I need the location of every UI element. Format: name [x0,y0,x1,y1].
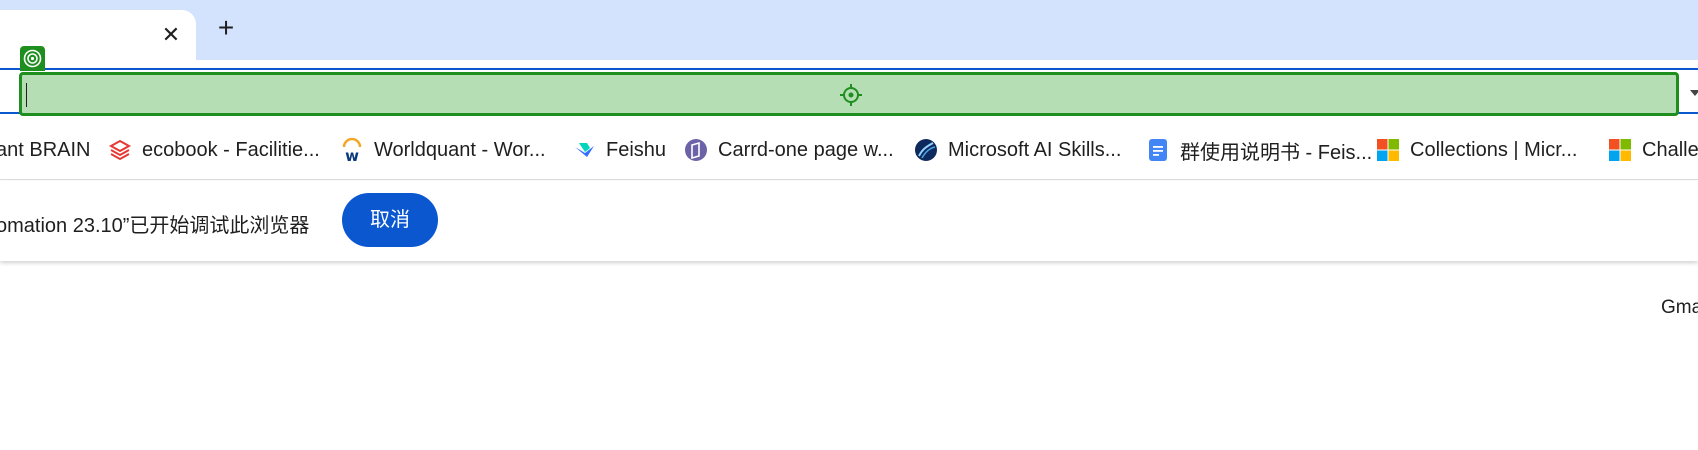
bookmark-label: Microsoft AI Skills... [948,138,1122,161]
debug-infobar: omation 23.10”已开始调试此浏览器 取消 [0,181,1698,261]
target-marker [20,46,45,71]
chevron-down-icon[interactable] [1690,90,1698,96]
docs-icon [1146,138,1170,162]
bookmark-label: Carrd-one page w... [718,138,894,161]
text-caret [26,83,27,107]
tab-strip: ✕ + [0,0,1698,60]
globe-icon [914,138,938,162]
target-icon [23,49,42,68]
ecobook-icon [108,138,132,162]
bookmark-label: Worldquant - Wor... [374,138,546,161]
new-tab-button[interactable]: + [214,14,238,42]
microsoft-icon [1376,138,1400,162]
bookmark-item[interactable]: ecobook - Facilitie... [108,136,320,164]
bookmark-item[interactable]: Collections | Micr... [1376,136,1577,164]
bookmark-item[interactable]: 群使用说明书 - Feis... [1146,136,1372,164]
workday-icon: w [340,137,364,165]
microsoft-icon [1608,138,1632,162]
bookmark-item[interactable]: Carrd-one page w... [684,136,894,164]
bookmark-label: ant BRAIN [0,138,91,161]
infobar-message: omation 23.10”已开始调试此浏览器 [0,215,310,237]
close-tab-button[interactable]: ✕ [160,24,182,46]
bookmark-label: 群使用说明书 - Feis... [1180,141,1373,164]
cancel-button[interactable]: 取消 [342,193,438,247]
bookmark-label: ecobook - Facilitie... [142,138,320,161]
bookmark-label: Collections | Micr... [1410,138,1578,161]
svg-text:w: w [345,147,359,162]
bookmark-item[interactable]: Challe [1608,136,1698,164]
bookmarks-bar: ant BRAIN ecobook - Facilitie... w World… [0,122,1698,180]
browser-window: ✕ + ant BRAIN ecobook - Facilitie... w W… [0,0,1698,450]
crosshair-icon [840,84,862,106]
bookmark-item[interactable]: Feishu [572,136,666,164]
bookmark-item[interactable]: ant BRAIN [0,136,90,164]
bookmark-label: Challe [1642,138,1698,161]
bookmark-item[interactable]: Microsoft AI Skills... [914,136,1121,164]
bookmark-label: Feishu [606,138,667,161]
carrd-icon [684,138,708,162]
gmail-link[interactable]: Gma [1661,297,1698,319]
feishu-icon [572,138,596,162]
address-input-highlight[interactable] [19,72,1679,116]
bookmark-item[interactable]: w Worldquant - Wor... [340,136,546,165]
